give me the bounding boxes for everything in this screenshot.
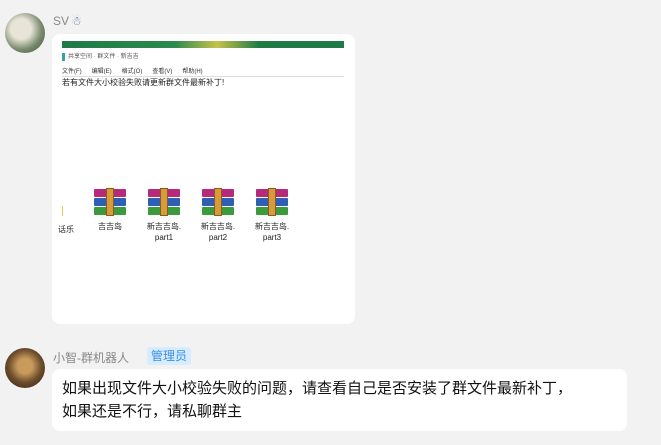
file-name-part: part1 xyxy=(154,233,174,242)
menu-item: 帮助(H) xyxy=(182,69,203,75)
file-name-part: part3 xyxy=(262,233,282,242)
menu-item: 查看(V) xyxy=(152,69,173,75)
rar-archive-icon xyxy=(148,188,180,216)
message-text-line: 如果还是不行，请私聊群主 xyxy=(62,403,243,420)
sender-name[interactable]: SV ☃ xyxy=(53,14,82,28)
rar-archive-icon xyxy=(202,188,234,216)
message-text-line: 如果出现文件大小校验失败的问题，请查看自己是否安装了群文件最新补丁， xyxy=(62,380,573,397)
image-message[interactable]: 共享空间 · 群文件 · 新吉吉 文件(F) 编辑(E) 格式(O) 查看(V)… xyxy=(52,34,355,324)
sender-avatar-sv[interactable] xyxy=(5,13,45,53)
screenshot-banner xyxy=(62,41,344,48)
screenshot-notice-text: 若有文件大小校验失败请更新群文件最新补丁! xyxy=(62,78,225,87)
text-message[interactable]: 如果出现文件大小校验失败的问题，请查看自己是否安装了群文件最新补丁， 如果还是不… xyxy=(52,369,627,431)
rar-archive-icon xyxy=(256,188,288,216)
file-name-part: part2 xyxy=(208,233,228,242)
file-name: 新吉吉岛. xyxy=(146,222,182,231)
sender-name[interactable]: 小智-群机器人 xyxy=(53,349,129,366)
file-name: 新吉吉岛. xyxy=(254,222,290,231)
sender-avatar-bot[interactable] xyxy=(5,348,45,388)
admin-badge: 管理员 xyxy=(147,347,192,365)
file-item: 新吉吉岛. part2 xyxy=(191,188,245,243)
menu-item: 格式(O) xyxy=(121,69,143,75)
file-name: 吉吉岛 xyxy=(98,222,122,231)
screenshot-breadcrumb: 共享空间 · 群文件 · 新吉吉 xyxy=(62,53,139,61)
sender-name-text: SV xyxy=(53,14,70,28)
rar-archive-icon xyxy=(94,188,126,216)
file-item: 新吉吉岛. part1 xyxy=(137,188,191,243)
file-item: 新吉吉岛. part3 xyxy=(245,188,299,243)
snowman-icon: ☃ xyxy=(71,14,82,28)
file-name: 新吉吉岛. xyxy=(200,222,236,231)
menu-item: 文件(F) xyxy=(62,69,82,75)
screenshot-menu-bar: 文件(F) 编辑(E) 格式(O) 查看(V) 帮助(H) xyxy=(62,66,344,77)
file-list: 吉吉岛 新吉吉岛. part1 新吉吉岛. part2 新吉吉岛. part3 xyxy=(52,188,355,259)
menu-item: 编辑(E) xyxy=(91,69,112,75)
file-item: 吉吉岛 xyxy=(83,188,137,232)
